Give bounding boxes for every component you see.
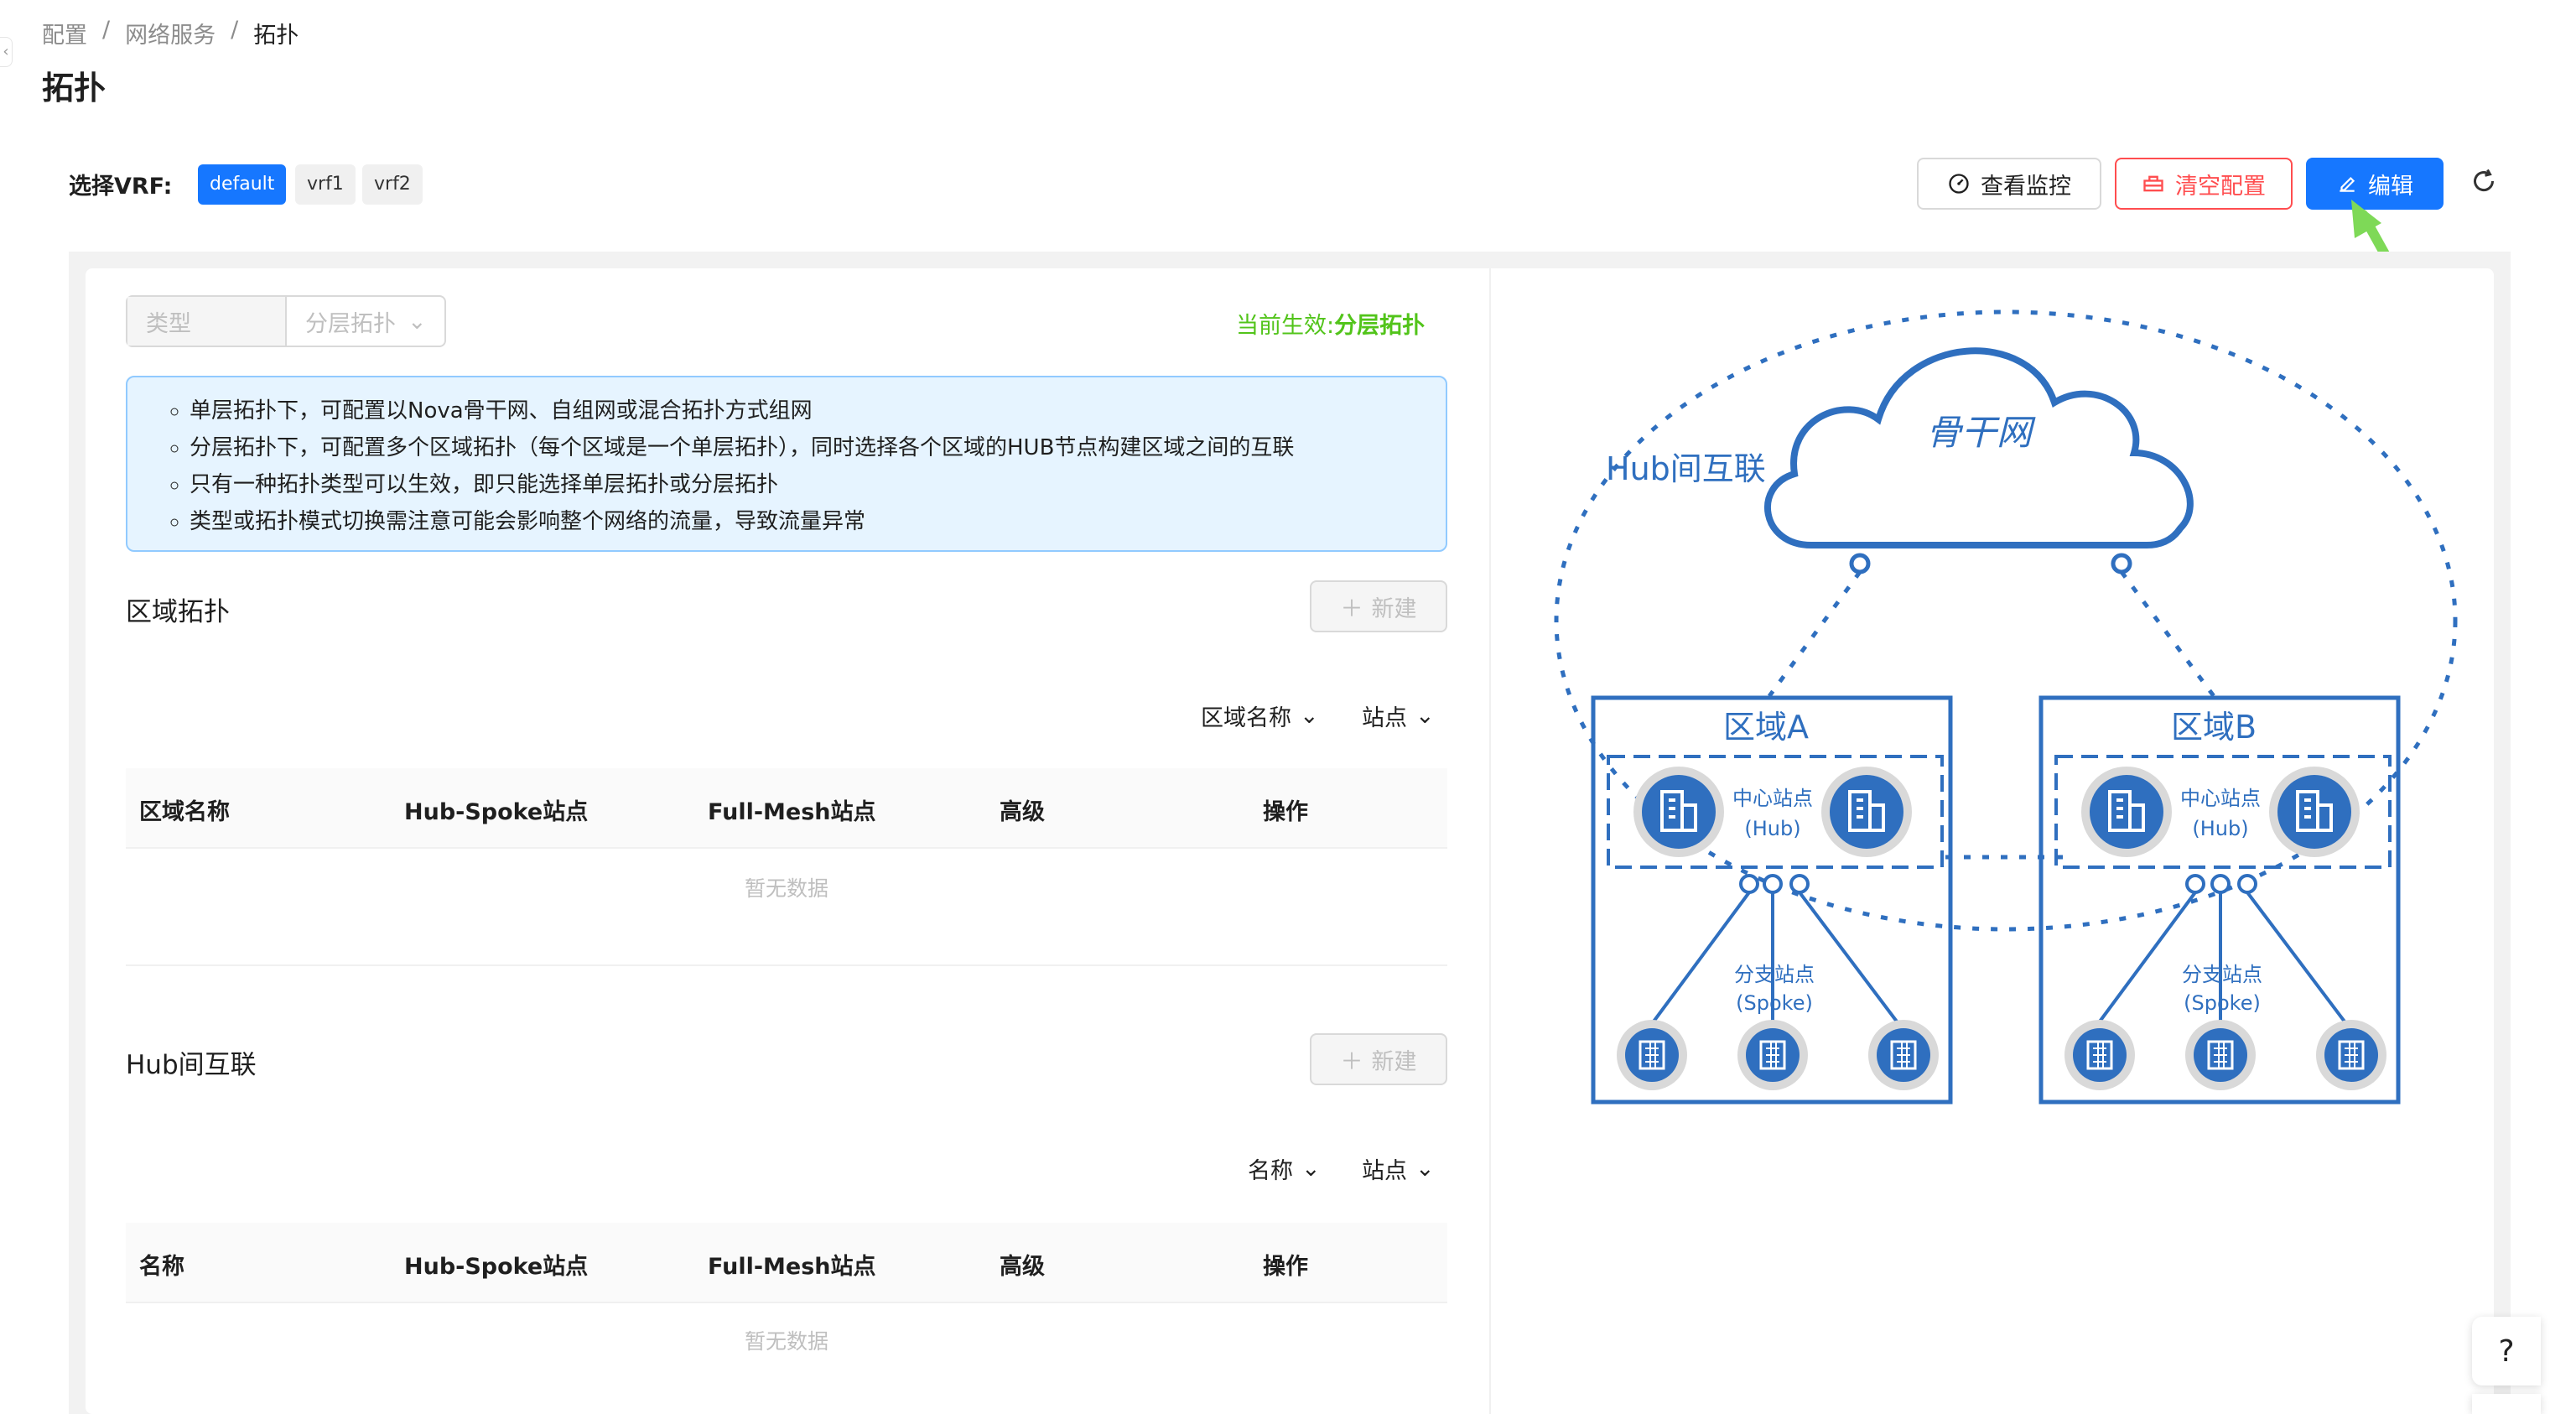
hub-name-filter[interactable]: 名称 ⌄	[1248, 1152, 1321, 1185]
clear-config-label: 清空配置	[2175, 173, 2266, 200]
effective-prefix: 当前生效:	[1236, 313, 1335, 339]
filter-label: 站点	[1362, 705, 1407, 731]
section-divider	[126, 964, 1447, 966]
clear-config-button[interactable]: 清空配置	[2115, 158, 2293, 210]
spoke-site-sub: (Spoke)	[2184, 991, 2261, 1015]
region-a-label: 区域A	[1723, 709, 1809, 746]
column-header: 高级	[1000, 799, 1045, 825]
breadcrumb: 配置 / 网络服务 / 拓扑	[42, 17, 299, 49]
edit-label: 编辑	[2368, 173, 2413, 200]
plus-icon: ＋	[1340, 1048, 1363, 1075]
region-table-empty: 暂无数据	[744, 876, 828, 901]
hub-section-title: Hub间互联	[126, 1050, 257, 1080]
breadcrumb-item-topology: 拓扑	[253, 23, 299, 49]
filter-label: 区域名称	[1201, 705, 1291, 731]
breadcrumb-item-config[interactable]: 配置	[42, 17, 87, 49]
region-site-filter[interactable]: 站点 ⌄	[1362, 699, 1435, 732]
view-monitor-label: 查看监控	[1981, 173, 2071, 200]
column-header: 操作	[1263, 799, 1308, 825]
panel-divider	[1489, 268, 1491, 1414]
info-item: 分层拓扑下，可配置多个区域拓扑（每个区域是一个单层拓扑），同时选择各个区域的HU…	[190, 429, 1446, 466]
filter-label: 名称	[1248, 1158, 1293, 1184]
type-select-label: 类型	[127, 297, 287, 346]
spoke-site-label: 分支站点	[2182, 963, 2262, 986]
sidebar-collapse-handle[interactable]: ‹	[0, 37, 13, 67]
hub-new-label: 新建	[1371, 1048, 1417, 1075]
plus-icon: ＋	[1340, 595, 1363, 622]
column-header: 高级	[1000, 1254, 1045, 1280]
chevron-down-icon: ⌄	[408, 308, 427, 335]
spoke-site-label: 分支站点	[1734, 963, 1815, 986]
vrf-label: 选择VRF:	[69, 174, 173, 200]
column-header: Hub-Spoke站点	[404, 1254, 589, 1280]
hub-site-filter[interactable]: 站点 ⌄	[1362, 1152, 1435, 1185]
floating-tool-button[interactable]	[2472, 1394, 2541, 1414]
hub-new-button[interactable]: ＋ 新建	[1310, 1033, 1447, 1085]
info-item: 单层拓扑下，可配置以Nova骨干网、自组网或混合拓扑方式组网	[190, 392, 1446, 429]
chevron-down-icon: ⌄	[1300, 703, 1319, 729]
hub-site-label: 中心站点	[1732, 787, 1813, 810]
effective-status: 当前生效:分层拓扑	[1236, 307, 1425, 340]
region-new-label: 新建	[1371, 595, 1417, 622]
column-header: 区域名称	[139, 799, 230, 825]
breadcrumb-separator: /	[102, 17, 111, 43]
chevron-down-icon: ⌄	[1301, 1156, 1321, 1182]
hub-site-sub: (Hub)	[1744, 817, 1800, 840]
chevron-down-icon: ⌄	[1415, 703, 1435, 729]
vrf-tag-default[interactable]: default	[198, 164, 287, 205]
info-item: 只有一种拓扑类型可以生效，即只能选择单层拓扑或分层拓扑	[190, 466, 1446, 503]
effective-value: 分层拓扑	[1334, 313, 1426, 339]
eraser-icon	[2143, 175, 2163, 192]
vrf-tag-vrf1[interactable]: vrf1	[295, 164, 356, 205]
hub-interconnect-label: Hub间互联	[1606, 450, 1766, 487]
topology-diagram: 骨干网 Hub间互联 区域A 中心站点 (Hub) 分支站点 (Spoke) 区…	[1554, 309, 2458, 1105]
page-title: 拓扑	[42, 70, 106, 107]
hub-site-label: 中心站点	[2180, 787, 2261, 810]
region-name-filter[interactable]: 区域名称 ⌄	[1201, 699, 1319, 732]
hub-table-header: 名称 Hub-Spoke站点 Full-Mesh站点 高级 操作	[126, 1223, 1447, 1303]
info-alert: 单层拓扑下，可配置以Nova骨干网、自组网或混合拓扑方式组网 分层拓扑下，可配置…	[126, 376, 1447, 552]
breadcrumb-item-network-services[interactable]: 网络服务	[125, 17, 216, 49]
column-header: 操作	[1263, 1254, 1308, 1280]
region-new-button[interactable]: ＋ 新建	[1310, 580, 1447, 632]
type-select[interactable]: 类型 分层拓扑 ⌄	[126, 295, 446, 347]
refresh-icon[interactable]	[2469, 166, 2499, 204]
help-button[interactable]: ?	[2472, 1317, 2541, 1385]
question-icon: ?	[2498, 1333, 2515, 1369]
column-header: Full-Mesh站点	[708, 799, 876, 825]
dashboard-icon	[1949, 174, 1969, 194]
info-item: 类型或拓扑模式切换需注意可能会影响整个网络的流量，导致流量异常	[190, 503, 1446, 540]
column-header: Hub-Spoke站点	[404, 799, 589, 825]
backbone-label: 骨干网	[1926, 412, 2036, 453]
region-section-title: 区域拓扑	[126, 597, 230, 627]
view-monitor-button[interactable]: 查看监控	[1917, 158, 2101, 210]
region-table-header: 区域名称 Hub-Spoke站点 Full-Mesh站点 高级 操作	[126, 768, 1447, 849]
type-select-value: 分层拓扑	[305, 310, 396, 337]
vrf-tag-vrf2[interactable]: vrf2	[362, 164, 423, 205]
type-select-value-wrap[interactable]: 分层拓扑 ⌄	[287, 297, 444, 346]
column-header: 名称	[139, 1254, 184, 1280]
hub-site-sub: (Hub)	[2192, 817, 2248, 840]
region-b-label: 区域B	[2171, 709, 2257, 746]
hub-table-empty: 暂无数据	[744, 1329, 828, 1354]
chevron-down-icon: ⌄	[1415, 1156, 1435, 1182]
filter-label: 站点	[1362, 1158, 1407, 1184]
edit-icon	[2340, 176, 2355, 192]
column-header: Full-Mesh站点	[708, 1254, 876, 1280]
breadcrumb-separator: /	[231, 17, 239, 43]
spoke-site-sub: (Spoke)	[1736, 991, 1813, 1015]
